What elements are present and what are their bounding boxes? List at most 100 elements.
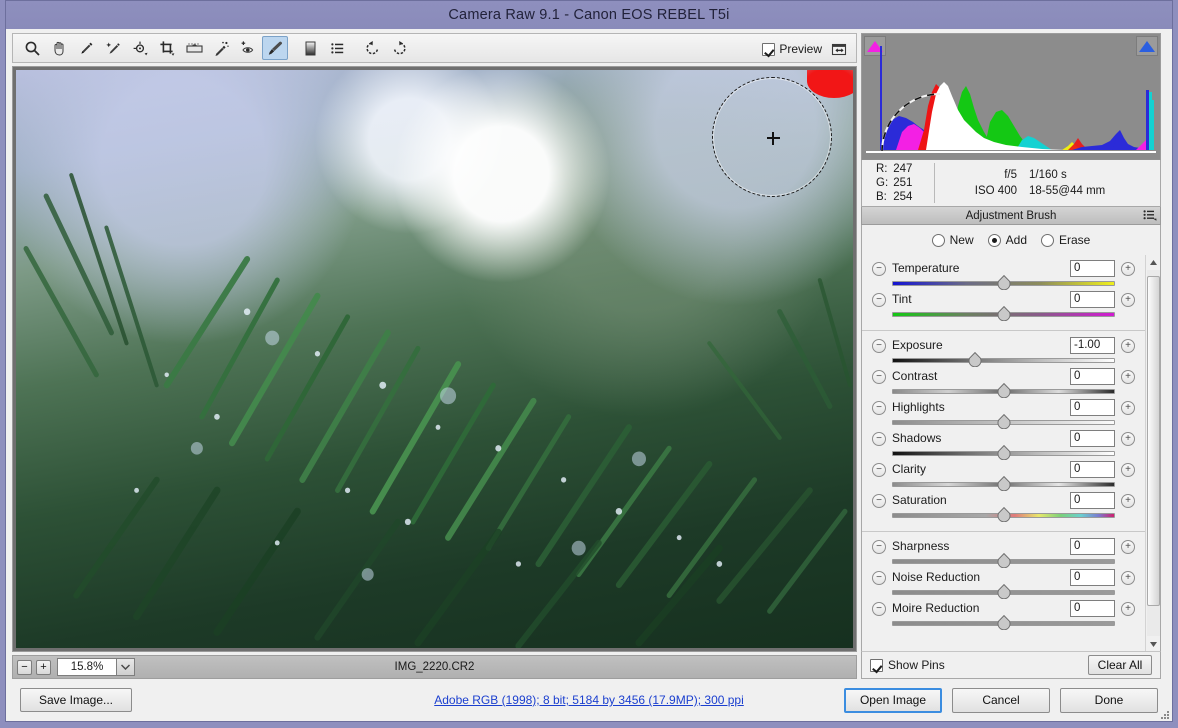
red-eye-removal-tool[interactable] — [235, 36, 261, 60]
contrast-value[interactable]: 0 — [1070, 368, 1115, 385]
radio-dot-add[interactable] — [988, 234, 1001, 247]
contrast-thumb[interactable] — [997, 383, 1011, 398]
graduated-filter-tool[interactable] — [297, 36, 323, 60]
decrease-temperature-button[interactable]: − — [872, 262, 886, 276]
decrease-contrast-button[interactable]: − — [872, 370, 886, 384]
decrease-exposure-button[interactable]: − — [872, 339, 886, 353]
decrease-shadows-button[interactable]: − — [872, 432, 886, 446]
panel-scrollbar[interactable] — [1145, 255, 1160, 651]
radio-dot-new[interactable] — [932, 234, 945, 247]
moire-reduction-value[interactable]: 0 — [1070, 600, 1115, 617]
exposure-track[interactable] — [892, 358, 1115, 363]
mode-erase[interactable]: Erase — [1041, 233, 1090, 247]
increase-moire-reduction-button[interactable]: + — [1121, 602, 1135, 616]
sharpness-value[interactable]: 0 — [1070, 538, 1115, 555]
saturation-label: Saturation — [892, 493, 947, 507]
straighten-tool[interactable] — [181, 36, 207, 60]
increase-noise-reduction-button[interactable]: + — [1121, 571, 1135, 585]
iso-value: ISO 400 — [951, 183, 1017, 199]
increase-sharpness-button[interactable]: + — [1121, 540, 1135, 554]
tint-thumb[interactable] — [997, 306, 1011, 321]
output-settings-link[interactable]: Adobe RGB (1998); 8 bit; 5184 by 3456 (1… — [6, 693, 1172, 707]
show-pins-checkbox[interactable] — [870, 659, 883, 672]
adjustment-brush-tool[interactable] — [262, 36, 288, 60]
shutter-value: 1/160 s — [1017, 167, 1067, 183]
scroll-up-arrow-icon[interactable] — [1146, 255, 1161, 269]
brush-circle-cursor — [712, 77, 832, 197]
crop-tool[interactable] — [154, 36, 180, 60]
noise-reduction-thumb[interactable] — [997, 584, 1011, 599]
white-balance-tool[interactable] — [73, 36, 99, 60]
decrease-sharpness-button[interactable]: − — [872, 540, 886, 554]
window-body: Preview — [6, 29, 1172, 679]
clarity-label: Clarity — [892, 462, 926, 476]
preview-toggle[interactable]: Preview — [762, 34, 822, 64]
slider-group-1: −Temperature0+−Tint0+ — [862, 261, 1145, 323]
rotate-right-tool[interactable] — [386, 36, 412, 60]
decrease-tint-button[interactable]: − — [872, 293, 886, 307]
panel-menu-icon[interactable] — [1143, 209, 1157, 224]
preview-checkbox[interactable] — [762, 43, 775, 56]
window-footer: Save Image... Adobe RGB (1998); 8 bit; 5… — [6, 679, 1172, 721]
mode-erase-label: Erase — [1059, 233, 1090, 247]
increase-saturation-button[interactable]: + — [1121, 494, 1135, 508]
exposure-value[interactable]: -1.00 — [1070, 337, 1115, 354]
increase-contrast-button[interactable]: + — [1121, 370, 1135, 384]
decrease-noise-reduction-button[interactable]: − — [872, 571, 886, 585]
temperature-value[interactable]: 0 — [1070, 260, 1115, 277]
slider-group-2: −Exposure-1.00+−Contrast0+−Highlights0+−… — [862, 330, 1145, 524]
shadows-thumb[interactable] — [997, 445, 1011, 460]
resize-grip[interactable] — [1158, 708, 1170, 720]
decrease-highlights-button[interactable]: − — [872, 401, 886, 415]
zoom-tool[interactable] — [19, 36, 45, 60]
saturation-thumb[interactable] — [997, 507, 1011, 522]
color-sampler-tool[interactable] — [100, 36, 126, 60]
clarity-thumb[interactable] — [997, 476, 1011, 491]
highlights-thumb[interactable] — [997, 414, 1011, 429]
increase-clarity-button[interactable]: + — [1121, 463, 1135, 477]
noise-reduction-value[interactable]: 0 — [1070, 569, 1115, 586]
hand-tool[interactable] — [46, 36, 72, 60]
camera-raw-window: Camera Raw 9.1 - Canon EOS REBEL T5i — [5, 0, 1173, 722]
highlights-value[interactable]: 0 — [1070, 399, 1115, 416]
temperature-thumb[interactable] — [997, 275, 1011, 290]
slider-highlights: −Highlights0+ — [872, 400, 1135, 431]
decrease-clarity-button[interactable]: − — [872, 463, 886, 477]
saturation-value[interactable]: 0 — [1070, 492, 1115, 509]
increase-highlights-button[interactable]: + — [1121, 401, 1135, 415]
b-label: B: — [876, 190, 890, 204]
rgb-values: R: 247 G: 251 B: 254 — [862, 162, 934, 204]
radial-filter-tool[interactable] — [324, 36, 350, 60]
show-pins-toggle[interactable]: Show Pins — [870, 658, 945, 672]
clear-all-button[interactable]: Clear All — [1088, 655, 1152, 675]
shadows-value[interactable]: 0 — [1070, 430, 1115, 447]
tint-value[interactable]: 0 — [1070, 291, 1115, 308]
mode-new[interactable]: New — [932, 233, 974, 247]
decrease-saturation-button[interactable]: − — [872, 494, 886, 508]
g-value: 251 — [893, 177, 912, 189]
g-label: G: — [876, 176, 890, 190]
spot-removal-tool[interactable] — [208, 36, 234, 60]
rotate-left-tool[interactable] — [359, 36, 385, 60]
radio-dot-erase[interactable] — [1041, 234, 1054, 247]
sharpness-thumb[interactable] — [997, 553, 1011, 568]
contrast-label: Contrast — [892, 369, 937, 383]
scrollbar-thumb[interactable] — [1147, 276, 1160, 606]
image-canvas[interactable] — [12, 66, 857, 652]
increase-shadows-button[interactable]: + — [1121, 432, 1135, 446]
increase-tint-button[interactable]: + — [1121, 293, 1135, 307]
clarity-value[interactable]: 0 — [1070, 461, 1115, 478]
increase-exposure-button[interactable]: + — [1121, 339, 1135, 353]
exposure-thumb[interactable] — [968, 352, 982, 367]
mode-add[interactable]: Add — [988, 233, 1027, 247]
scroll-down-arrow-icon[interactable] — [1146, 637, 1161, 651]
targeted-adjustment-tool[interactable] — [127, 36, 153, 60]
moire-reduction-thumb[interactable] — [997, 615, 1011, 630]
scrollbar-track[interactable] — [1147, 270, 1160, 636]
increase-temperature-button[interactable]: + — [1121, 262, 1135, 276]
decrease-moire-reduction-button[interactable]: − — [872, 602, 886, 616]
filename-label: IMG_2220.CR2 — [13, 661, 856, 673]
fullscreen-toggle-icon[interactable] — [826, 37, 852, 61]
slider-clarity: −Clarity 0 + — [872, 462, 1135, 493]
lens-value: 18-55@44 mm — [1017, 183, 1105, 199]
